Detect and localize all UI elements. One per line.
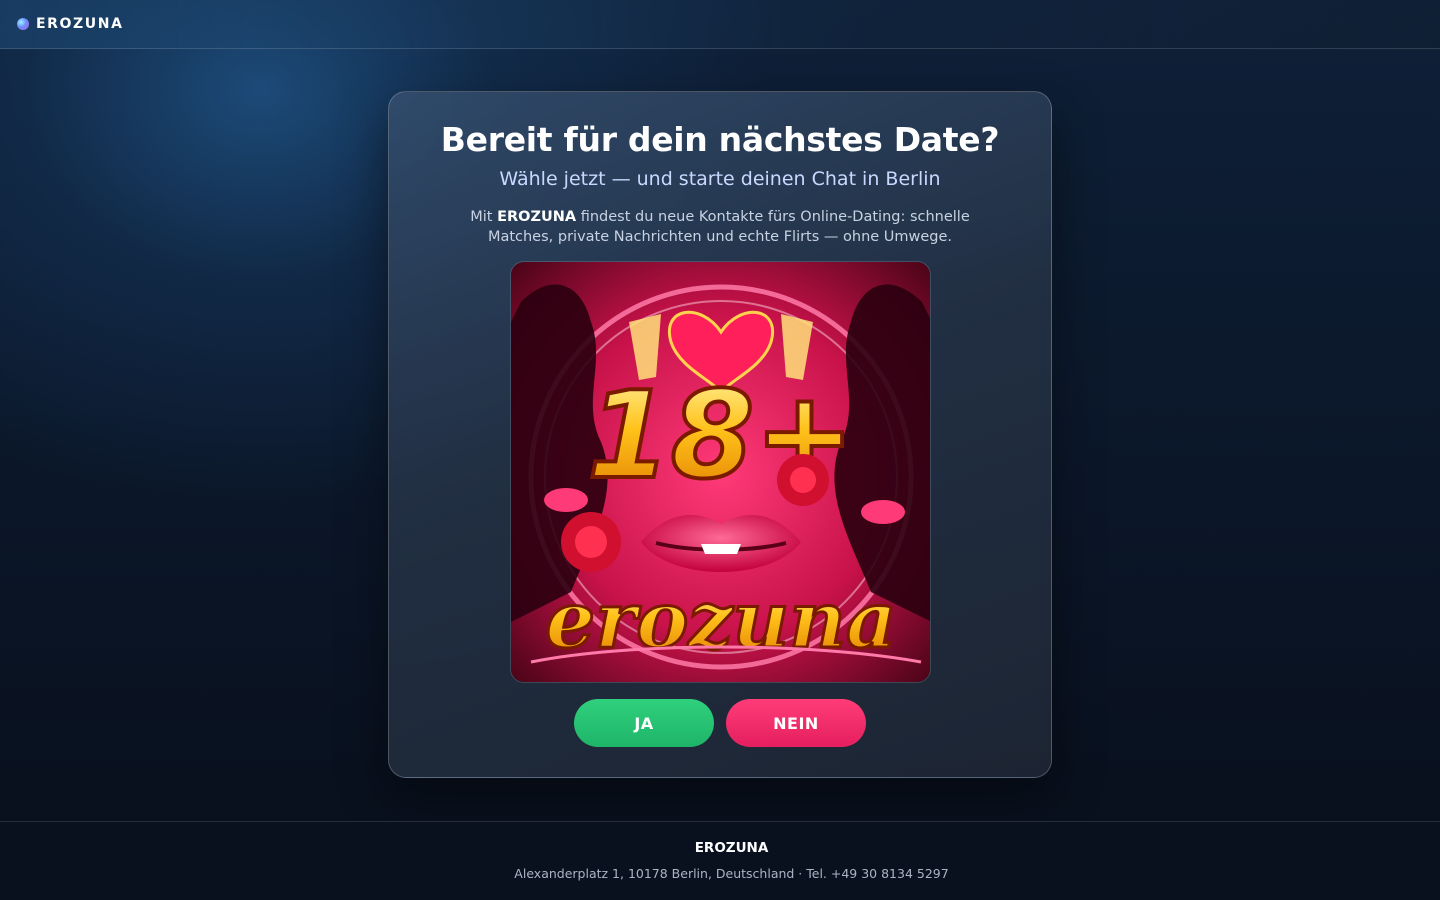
desc-brand: EROZUNA (497, 209, 577, 225)
header-brand[interactable]: EROZUNA (36, 16, 124, 32)
logo-dot-icon (17, 18, 29, 30)
top-bar: EROZUNA (0, 0, 1440, 49)
hero-image: 18+ erozuna (510, 261, 931, 683)
footer-brand: EROZUNA (694, 840, 769, 856)
desc-prefix: Mit (470, 209, 498, 225)
footer-address: Alexanderplatz 1, 10178 Berlin, Deutschl… (514, 866, 949, 881)
footer (0, 821, 1440, 900)
yes-button[interactable]: JA (574, 699, 714, 747)
card-subtitle: Wähle jetzt — und starte deinen Chat in … (499, 168, 941, 190)
card-title: Bereit für dein nächstes Date? (440, 120, 1000, 159)
no-button[interactable]: NEIN (726, 699, 866, 747)
card-description: Mit EROZUNA findest du neue Kontakte für… (470, 207, 970, 247)
